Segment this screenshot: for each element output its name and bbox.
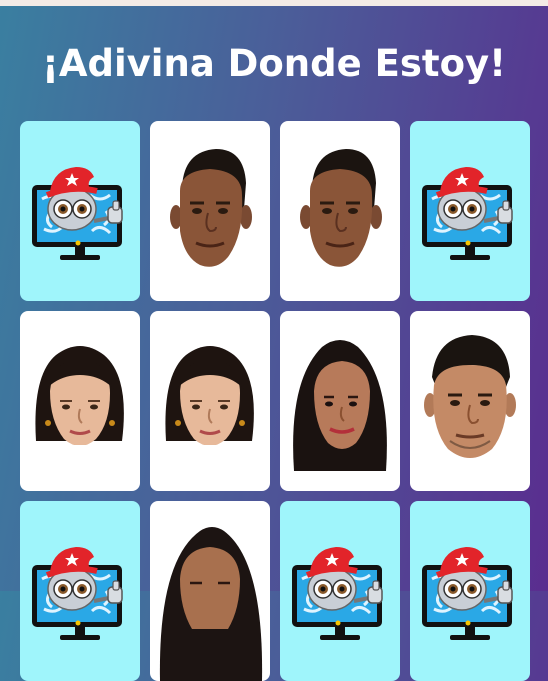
man-face-photo bbox=[280, 121, 400, 301]
robot-monitor-icon bbox=[20, 121, 140, 301]
man-face-photo-2 bbox=[410, 311, 530, 491]
robot-monitor-icon bbox=[410, 501, 530, 681]
browser-top-strip bbox=[0, 0, 548, 6]
game-title: ¡Adivina Donde Estoy! bbox=[42, 42, 506, 85]
memory-card-8[interactable] bbox=[410, 311, 530, 491]
memory-card-9[interactable] bbox=[20, 501, 140, 681]
memory-card-12[interactable] bbox=[410, 501, 530, 681]
robot-monitor-icon bbox=[20, 501, 140, 681]
memory-card-5[interactable] bbox=[20, 311, 140, 491]
memory-card-3[interactable] bbox=[280, 121, 400, 301]
memory-card-6[interactable] bbox=[150, 311, 270, 491]
robot-monitor-icon bbox=[410, 121, 530, 301]
memory-card-10[interactable] bbox=[150, 501, 270, 681]
memory-card-11[interactable] bbox=[280, 501, 400, 681]
woman-face-photo-2 bbox=[280, 311, 400, 491]
robot-monitor-icon bbox=[280, 501, 400, 681]
memory-card-1[interactable] bbox=[20, 121, 140, 301]
woman-face-photo-1 bbox=[150, 311, 270, 491]
memory-card-7[interactable] bbox=[280, 311, 400, 491]
memory-card-2[interactable] bbox=[150, 121, 270, 301]
memory-card-4[interactable] bbox=[410, 121, 530, 301]
woman-face-photo-3 bbox=[150, 501, 270, 681]
woman-face-photo-1 bbox=[20, 311, 140, 491]
man-face-photo bbox=[150, 121, 270, 301]
